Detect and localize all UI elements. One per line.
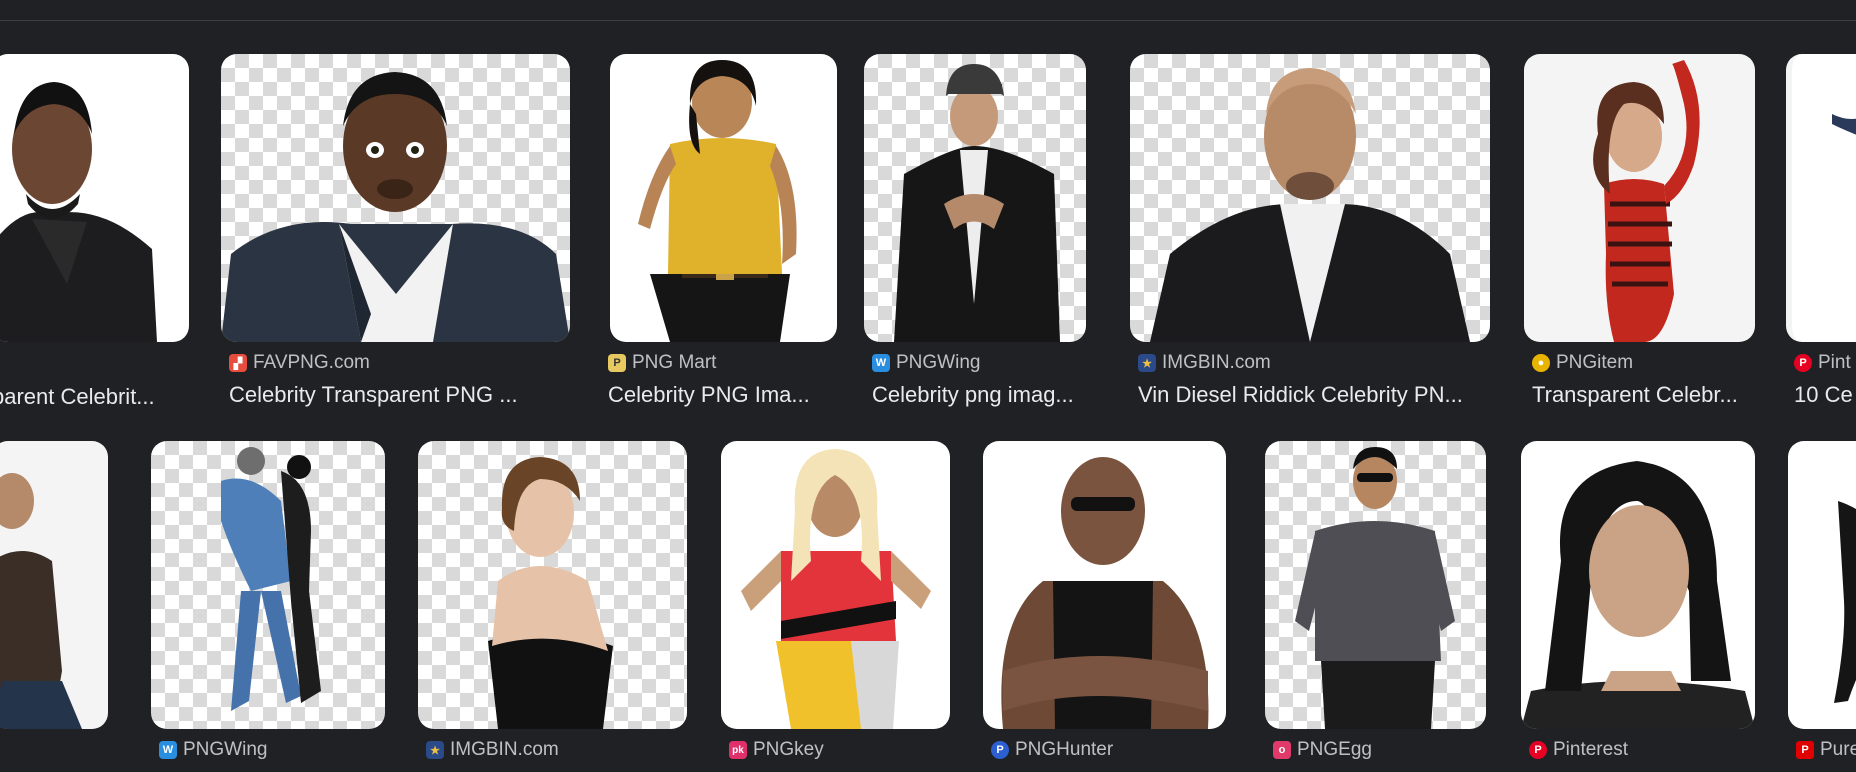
result-thumbnail[interactable]: [1786, 54, 1856, 342]
result-source[interactable]: W PNGWing: [159, 739, 267, 761]
result-thumbnail[interactable]: [721, 441, 950, 729]
result-source[interactable]: P Pint: [1794, 352, 1851, 374]
person-image: [221, 447, 321, 711]
pngitem-icon: ●: [1532, 354, 1550, 372]
result-title[interactable]: Celebrity Transparent PNG ...: [229, 382, 569, 408]
result-title[interactable]: 10 Ce: [1794, 382, 1856, 408]
result-source[interactable]: P PNG Mart: [608, 352, 716, 374]
person-image: [1150, 68, 1470, 342]
result-thumbnail[interactable]: [221, 54, 570, 342]
pngmart-icon: P: [608, 354, 626, 372]
result-thumbnail[interactable]: [1265, 441, 1486, 729]
result-title[interactable]: Celebrity PNG Ima...: [608, 382, 833, 408]
result-source[interactable]: P PNGHunter: [991, 739, 1113, 761]
result-thumbnail[interactable]: [1788, 441, 1856, 729]
favpng-icon: ▞: [229, 354, 247, 372]
person-image: [221, 72, 570, 342]
pinterest-icon: P: [1529, 741, 1547, 759]
result-source[interactable]: ★ IMGBIN.com: [426, 739, 559, 761]
result-source[interactable]: ● PNGitem: [1532, 352, 1633, 374]
result-thumbnail[interactable]: [0, 54, 189, 342]
result-title[interactable]: parent Celebrit...: [0, 384, 182, 410]
result-thumbnail[interactable]: [1521, 441, 1755, 729]
pure-icon: P: [1796, 741, 1814, 759]
pngegg-icon: o: [1273, 741, 1291, 759]
result-thumbnail[interactable]: [1524, 54, 1755, 342]
result-thumbnail[interactable]: [983, 441, 1226, 729]
result-thumbnail[interactable]: [151, 441, 385, 729]
result-source[interactable]: o PNGEgg: [1273, 739, 1372, 761]
person-image: [638, 60, 797, 342]
imgbin-icon: ★: [1138, 354, 1156, 372]
result-thumbnail[interactable]: [864, 54, 1086, 342]
result-thumbnail[interactable]: [1130, 54, 1490, 342]
person-image: [0, 473, 82, 729]
result-source[interactable]: ★ IMGBIN.com: [1138, 352, 1271, 374]
result-source[interactable]: ▞ FAVPNG.com: [229, 352, 370, 374]
person-image: [1834, 501, 1856, 703]
result-source[interactable]: P Pure: [1796, 739, 1856, 761]
result-title[interactable]: Celebrity png imag...: [872, 382, 1092, 408]
pngwing-icon: W: [872, 354, 890, 372]
pnghunter-icon: P: [991, 741, 1009, 759]
person-image: [1593, 60, 1700, 342]
person-image: [1295, 447, 1455, 729]
person-image: [1832, 114, 1856, 135]
result-source[interactable]: W PNGWing: [872, 352, 980, 374]
imgbin-icon: ★: [426, 741, 444, 759]
result-source[interactable]: P Pinterest: [1529, 739, 1628, 761]
person-image: [741, 449, 931, 729]
result-title[interactable]: Vin Diesel Riddick Celebrity PN...: [1138, 382, 1488, 408]
pngwing-icon: W: [159, 741, 177, 759]
person-image: [488, 457, 613, 729]
result-thumbnail[interactable]: [610, 54, 837, 342]
pngkey-icon: pk: [729, 741, 747, 759]
image-results-grid: parent Celebrit... ▞ FAVPNG.com Celebrit…: [0, 0, 1856, 772]
person-image: [894, 64, 1060, 342]
person-image: [1521, 461, 1755, 729]
person-image: [0, 82, 157, 342]
result-thumbnail[interactable]: [418, 441, 687, 729]
result-thumbnail[interactable]: [0, 441, 108, 729]
pinterest-icon: P: [1794, 354, 1812, 372]
result-source[interactable]: pk PNGkey: [729, 739, 824, 761]
divider: [0, 20, 1856, 21]
person-image: [1001, 457, 1209, 729]
result-title[interactable]: Transparent Celebr...: [1532, 382, 1757, 408]
